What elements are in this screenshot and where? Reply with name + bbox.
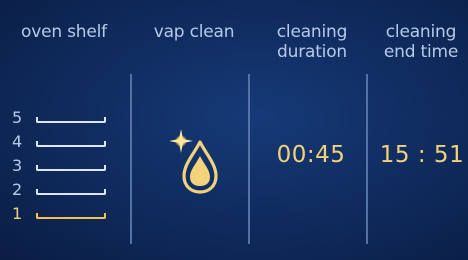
shelf-number: 5: [12, 108, 23, 127]
shelf-number: 1: [12, 204, 23, 223]
cleaning-duration-label-line1: cleaning: [276, 22, 348, 42]
cleaning-duration-label-line2: duration: [277, 42, 347, 62]
shelf-number: 2: [12, 180, 23, 199]
shelf-level-2[interactable]: 2: [12, 180, 112, 200]
shelf-rack-icon: [36, 165, 106, 171]
cleaning-end-time-header: cleaning end time: [374, 22, 468, 62]
cleaning-duration-header: cleaning duration: [256, 22, 368, 62]
water-drop-sparkle-icon: [160, 120, 230, 200]
cleaning-end-time-label-line1: cleaning: [385, 22, 457, 42]
cleaning-end-time-value: 15 : 51: [379, 142, 465, 168]
column-divider: [248, 74, 250, 244]
shelf-level-1-selected[interactable]: 1: [12, 204, 112, 224]
shelf-number: 3: [12, 156, 23, 175]
shelf-number: 4: [12, 132, 23, 151]
oven-shelf-label: oven shelf: [21, 22, 107, 42]
shelf-level-3[interactable]: 3: [12, 156, 112, 176]
cleaning-duration-value: 00:45: [276, 142, 346, 168]
shelf-rack-icon: [36, 213, 106, 219]
vap-clean-header: vap clean: [138, 22, 250, 42]
vap-clean-label: vap clean: [153, 22, 235, 42]
shelf-level-4[interactable]: 4: [12, 132, 112, 152]
shelf-rack-icon: [36, 141, 106, 147]
column-divider: [366, 74, 368, 244]
shelf-rack-icon: [36, 189, 106, 195]
oven-display-screen: oven shelf vap clean cleaning duration c…: [0, 0, 468, 260]
shelf-rack-icon: [36, 117, 106, 123]
column-divider: [130, 74, 132, 244]
cleaning-end-time-label-line2: end time: [383, 42, 459, 62]
oven-shelf-header: oven shelf: [8, 22, 120, 42]
shelf-level-5[interactable]: 5: [12, 108, 112, 128]
